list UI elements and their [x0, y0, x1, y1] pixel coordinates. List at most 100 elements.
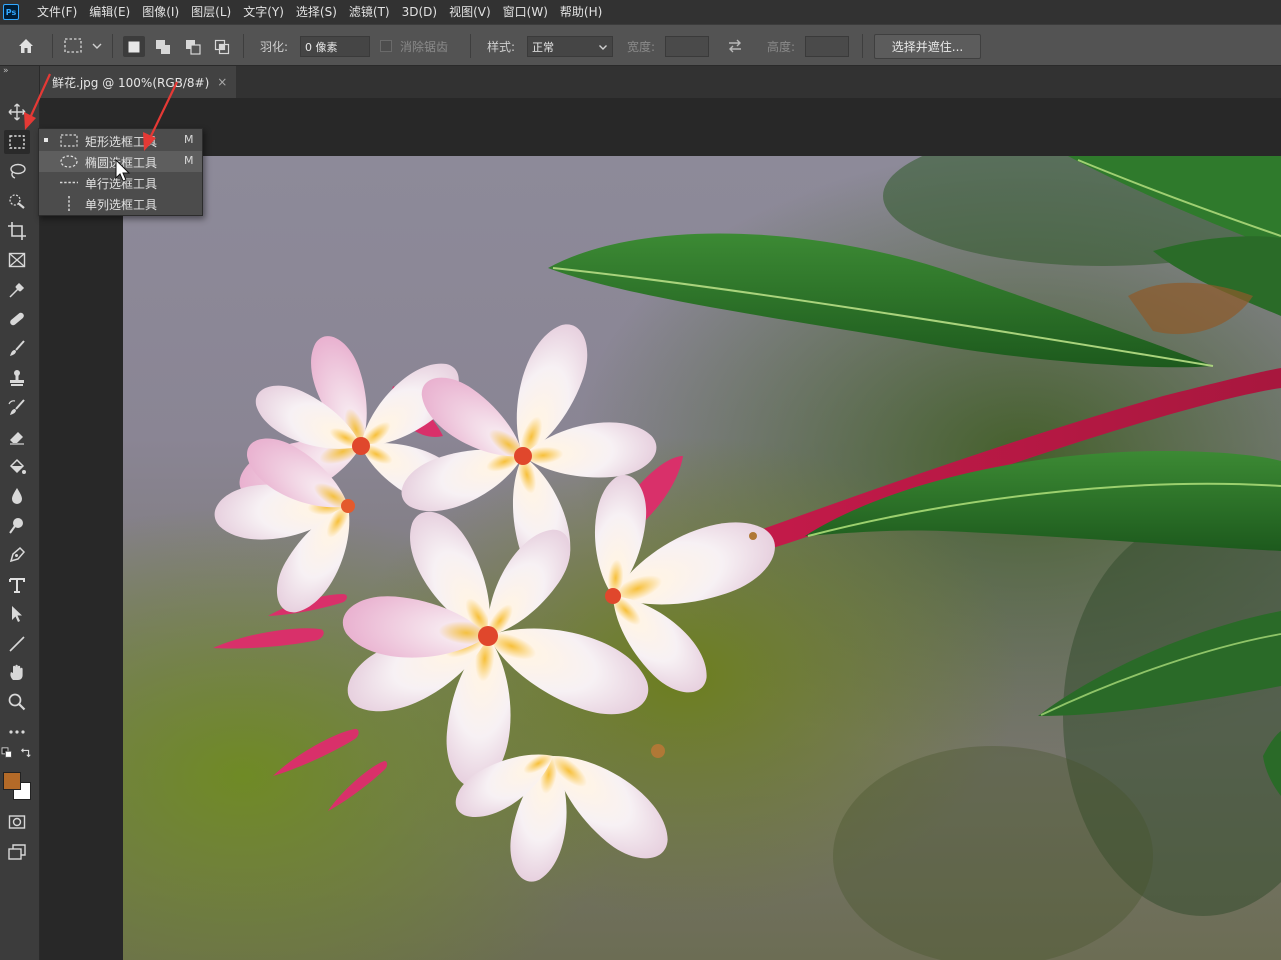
brush-icon: [10, 340, 25, 356]
flyout-item-single-row-marquee[interactable]: 单行选框工具: [39, 172, 202, 193]
default-colors-icon: [1, 747, 12, 758]
close-tab-icon[interactable]: ×: [217, 75, 227, 89]
new-selection-button[interactable]: [123, 36, 145, 57]
flyout-item-label: 单行选框工具: [85, 177, 158, 191]
rect-marquee-icon: [64, 38, 82, 53]
swap-dimensions-button[interactable]: [726, 25, 744, 67]
clone-stamp-tool[interactable]: [4, 366, 30, 390]
menu-help[interactable]: 帮助(H): [554, 0, 608, 24]
photoshop-logo-icon: Ps: [3, 4, 19, 20]
frame-icon: [8, 252, 26, 268]
crop-icon: [8, 222, 26, 240]
menu-edit[interactable]: 编辑(E): [83, 0, 136, 24]
swap-colors-button[interactable]: [18, 746, 34, 760]
select-and-mask-button[interactable]: 选择并遮住...: [874, 34, 981, 59]
document-tab[interactable]: 鲜花.jpg @ 100%(RGB/8#) ×: [40, 66, 236, 98]
marquee-tool[interactable]: [4, 130, 30, 154]
move-tool[interactable]: [4, 100, 30, 124]
menu-image[interactable]: 图像(I): [136, 0, 185, 24]
paint-bucket-icon: [9, 458, 26, 474]
feather-label: 羽化:: [260, 39, 289, 54]
flyout-item-shortcut: M: [184, 133, 194, 146]
feather-input[interactable]: 0 像素: [300, 36, 370, 57]
home-button[interactable]: [16, 25, 36, 67]
line-tool[interactable]: [4, 632, 30, 656]
edit-toolbar-button[interactable]: [4, 720, 30, 744]
menu-3d[interactable]: 3D(D): [396, 0, 443, 24]
document-tab-bar: 鲜花.jpg @ 100%(RGB/8#) ×: [40, 66, 1281, 98]
eraser-tool[interactable]: [4, 425, 30, 449]
rect-marquee-icon: [60, 134, 78, 147]
add-selection-icon: [156, 39, 170, 54]
paint-bucket-tool[interactable]: [4, 455, 30, 479]
add-to-selection-button[interactable]: [152, 36, 174, 57]
selected-indicator: [44, 138, 48, 142]
more-icon: [9, 730, 25, 734]
droplet-icon: [12, 488, 22, 504]
pen-tool[interactable]: [4, 543, 30, 567]
menu-filter[interactable]: 滤镜(T): [343, 0, 396, 24]
intersect-selection-icon: [214, 39, 230, 54]
hand-tool[interactable]: [4, 661, 30, 685]
divider: [112, 34, 113, 58]
ellipse-marquee-icon: [60, 155, 78, 168]
height-input[interactable]: [805, 36, 849, 57]
bandage-icon: [10, 312, 24, 326]
flower-photo: [211, 156, 1281, 960]
dodge-icon: [9, 518, 23, 534]
eraser-icon: [10, 432, 24, 445]
flyout-item-ellipse-marquee[interactable]: 椭圆选框工具 M: [39, 151, 202, 172]
menu-file[interactable]: 文件(F): [31, 0, 83, 24]
pen-icon: [9, 546, 26, 563]
flyout-item-rect-marquee[interactable]: 矩形选框工具 M: [39, 130, 202, 151]
cursor-arrow-icon: [12, 606, 22, 622]
dodge-tool[interactable]: [4, 514, 30, 538]
history-brush-tool[interactable]: [4, 396, 30, 420]
antialias-checkbox[interactable]: [380, 40, 392, 52]
quick-selection-tool[interactable]: [4, 189, 30, 213]
screen-mode-icon: [8, 844, 26, 860]
style-select[interactable]: 正常: [527, 36, 613, 57]
menu-type[interactable]: 文字(Y): [237, 0, 290, 24]
screen-mode-button[interactable]: [4, 840, 30, 864]
subtract-selection-button[interactable]: [182, 36, 204, 57]
type-icon: [9, 578, 25, 593]
single-column-marquee-icon: [68, 196, 70, 211]
intersect-selection-button[interactable]: [211, 36, 233, 57]
width-input[interactable]: [665, 36, 709, 57]
foreground-color-swatch[interactable]: [3, 772, 21, 790]
zoom-tool[interactable]: [4, 690, 30, 714]
quick-mask-icon: [8, 815, 26, 829]
collapse-panel-icon[interactable]: »: [3, 66, 9, 76]
frame-tool[interactable]: [4, 248, 30, 272]
menu-window[interactable]: 窗口(W): [497, 0, 554, 24]
document-canvas[interactable]: [123, 156, 1281, 960]
quick-mask-button[interactable]: [4, 810, 30, 834]
type-tool[interactable]: [4, 573, 30, 597]
crop-tool[interactable]: [4, 219, 30, 243]
height-label: 高度:: [767, 39, 796, 54]
menu-select[interactable]: 选择(S): [290, 0, 343, 24]
line-icon: [9, 636, 25, 652]
menu-layer[interactable]: 图层(L): [185, 0, 237, 24]
flyout-item-label: 椭圆选框工具: [85, 156, 158, 170]
brush-tool[interactable]: [4, 337, 30, 361]
divider: [862, 34, 863, 58]
blur-tool[interactable]: [4, 484, 30, 508]
eyedropper-tool[interactable]: [4, 278, 30, 302]
menu-view[interactable]: 视图(V): [443, 0, 497, 24]
lasso-tool[interactable]: [4, 159, 30, 183]
chevron-down-icon: [599, 44, 607, 50]
zoom-icon: [8, 693, 26, 711]
history-brush-icon: [8, 399, 25, 415]
healing-brush-tool[interactable]: [4, 307, 30, 331]
subtract-selection-icon: [186, 39, 201, 55]
options-bar: 羽化: 0 像素 消除锯齿 样式: 正常 宽度: 高度: 选择并遮住...: [0, 24, 1281, 66]
path-selection-tool[interactable]: [4, 602, 30, 626]
swap-icon: [729, 39, 741, 53]
tool-preset-picker[interactable]: [63, 25, 103, 67]
default-colors-button[interactable]: [0, 746, 16, 760]
style-label: 样式:: [487, 39, 516, 54]
flyout-item-single-column-marquee[interactable]: 单列选框工具: [39, 193, 202, 214]
antialias-label: 消除锯齿: [400, 39, 449, 54]
